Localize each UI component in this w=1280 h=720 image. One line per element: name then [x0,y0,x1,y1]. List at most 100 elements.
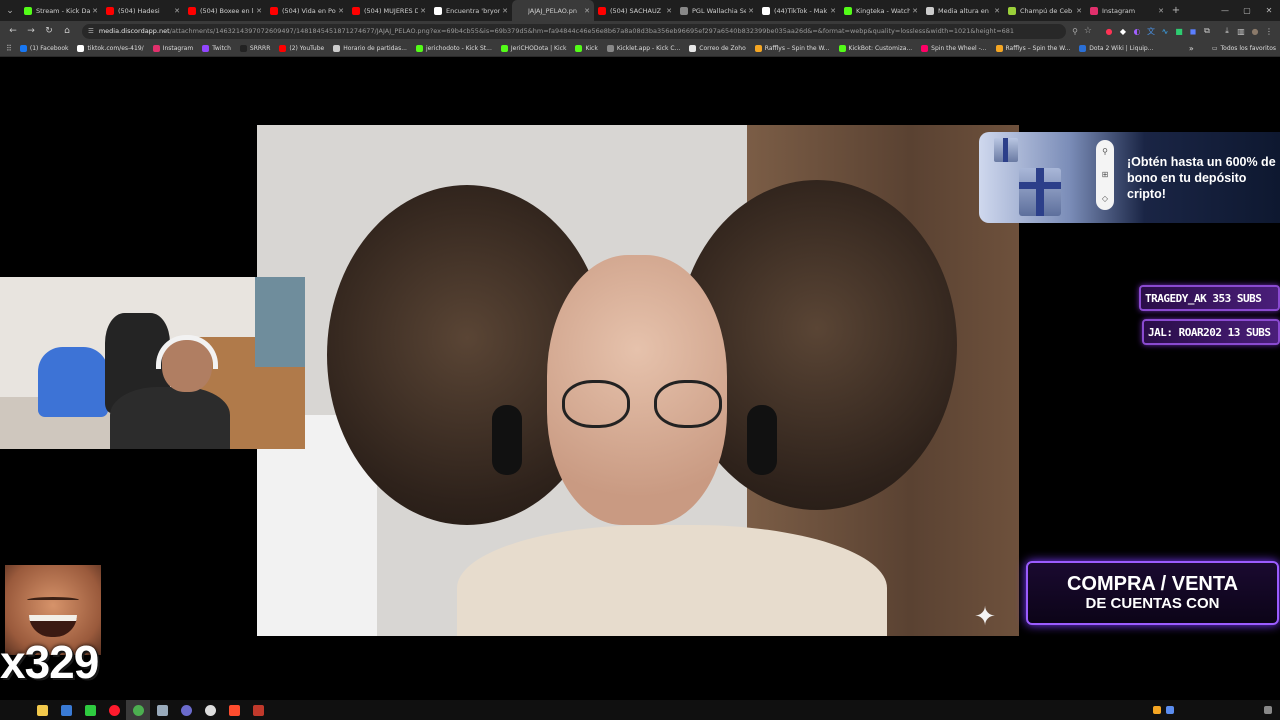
forward-button[interactable]: → [22,26,40,36]
tab-favicon-icon [762,6,770,15]
profile-avatar[interactable]: ● [1248,27,1262,36]
sidebar-icon[interactable]: ▥ [1234,27,1248,36]
extension-translate-icon[interactable]: 文 [1144,26,1158,37]
bookmark-item[interactable]: KickBot: Customiza... [838,45,912,52]
file-explorer-icon[interactable] [30,700,54,720]
tab-close-icon[interactable]: ✕ [1158,7,1164,15]
tab-close-icon[interactable]: ✕ [912,7,918,15]
tab-6[interactable]: JAJAJ_PELAO.pn ✕ [512,0,594,21]
bookmark-item[interactable]: Dota 2 Wiki | Liquip... [1079,45,1153,52]
tab-5[interactable]: Encuentra 'bryon ✕ [430,0,512,21]
tab-9[interactable]: (44)TikTok - Mak ✕ [758,0,840,21]
bookmark-item[interactable]: Spin the Wheel -... [921,45,987,52]
bookmark-label: Dota 2 Wiki | Liquip... [1089,45,1154,52]
reload-button[interactable]: ↻ [40,26,58,36]
webcam-door [255,277,305,367]
site-info-icon[interactable]: ☰ [88,27,94,35]
bookmark-item[interactable]: tiktok.com/es-419/ [77,45,144,52]
all-bookmarks-folder[interactable]: » ▭ Todos los favoritos [1189,44,1276,53]
tab-close-icon[interactable]: ✕ [994,7,1000,15]
bookmark-item[interactable]: Horario de partidas... [333,45,407,52]
tab-search-button[interactable]: ⌄ [0,0,20,21]
tab-close-icon[interactable]: ✕ [174,7,180,15]
tab-close-icon[interactable]: ✕ [1076,7,1082,15]
extensions-puzzle-icon[interactable]: ⧉ [1200,26,1214,36]
bookmark-star-icon[interactable]: ☆ [1084,26,1092,36]
tray-blue-icon[interactable] [1166,706,1174,714]
github-icon[interactable] [198,700,222,720]
extension-diamond-icon[interactable]: ◆ [1116,27,1130,36]
tab-label: PGL Wallachia Se [692,6,747,15]
tab-close-icon[interactable]: ✕ [584,7,590,15]
tray-orange-icon[interactable] [1153,706,1161,714]
tab-10[interactable]: Kingteka - Watch ✕ [840,0,922,21]
bookmark-item[interactable]: Kicklet.app - Kick C... [606,45,680,52]
red-app-icon[interactable] [222,700,246,720]
taskbar-icon-glyph [180,704,192,716]
green-app-icon[interactable] [78,700,102,720]
extension-wave-icon[interactable]: ∿ [1158,27,1172,36]
bookmark-favicon-icon [1079,45,1087,52]
promo-icon-pill: ⚲ ⊞ ◇ [1096,140,1114,210]
tab-close-icon[interactable]: ✕ [666,7,672,15]
apps-grid-icon[interactable]: ⠿ [6,44,12,53]
taskbar-icon-glyph [156,704,168,716]
tab-close-icon[interactable]: ✕ [92,7,98,15]
new-tab-button[interactable]: + [1168,0,1184,21]
chrome-icon[interactable] [126,700,150,720]
media-app-icon[interactable] [246,700,270,720]
tray-gear-icon[interactable] [1264,706,1272,714]
close-window-button[interactable]: ✕ [1258,0,1280,21]
zoom-icon[interactable]: ⚲ [1072,27,1078,36]
shield-icon[interactable] [54,700,78,720]
tab-1[interactable]: (504) Hadesi ✕ [102,0,184,21]
bookmark-item[interactable]: Instagram [152,45,193,52]
bookmark-item[interactable]: SRRRR [239,45,270,52]
tab-label: (504) Boxee en la [200,6,255,15]
opera-icon[interactable] [102,700,126,720]
tab-close-icon[interactable]: ✕ [338,7,344,15]
bookmark-label: jerichodoto - Kick St... [425,45,492,52]
tab-close-icon[interactable]: ✕ [748,7,754,15]
bookmark-item[interactable]: Correo de Zoho [689,45,746,52]
tab-7[interactable]: (504) SACHAUZ ✕ [594,0,676,21]
tab-8[interactable]: PGL Wallachia Se ✕ [676,0,758,21]
extension-red-icon[interactable]: ● [1102,27,1116,36]
gift-small-icon [994,138,1018,162]
tab-3[interactable]: (504) Vida en Pol ✕ [266,0,348,21]
tab-label: Media altura en [938,6,989,15]
tab-close-icon[interactable]: ✕ [502,7,508,15]
tab-close-icon[interactable]: ✕ [420,7,426,15]
tab-favicon-icon [926,6,934,15]
download-icon[interactable]: ⤓ [1220,26,1234,36]
back-button[interactable]: ← [4,26,22,36]
bookmark-item[interactable]: Twitch [202,45,231,52]
bookmark-label: (1) Facebook [29,45,69,52]
bookmark-item[interactable]: Rafflys – Spin the W... [995,45,1070,52]
minimize-button[interactable]: — [1214,0,1236,21]
tab-close-icon[interactable]: ✕ [256,7,262,15]
extension-purple-icon[interactable]: ◐ [1130,27,1144,36]
extension-blue-icon[interactable]: ◼ [1186,27,1200,36]
tab-close-icon[interactable]: ✕ [830,7,836,15]
bookmark-item[interactable]: (2) YouTube [279,45,324,52]
bookmark-item[interactable]: Kick [575,45,598,52]
bookmark-item[interactable]: JeriCHODota | Kick [500,45,566,52]
menu-kebab-icon[interactable]: ⋮ [1262,27,1276,36]
tab-0[interactable]: Stream - Kick Da ✕ [20,0,102,21]
bookmark-item[interactable]: jerichodoto - Kick St... [415,45,492,52]
home-button[interactable]: ⌂ [58,26,76,36]
address-bar[interactable]: ☰ media.discordapp.net/attachments/14632… [82,23,1067,39]
obs-icon[interactable] [174,700,198,720]
tab-13[interactable]: Instagram ✕ [1086,0,1168,21]
chevron-right-icon[interactable]: » [1189,44,1194,53]
bookmark-item[interactable]: Rafflys – Spin the W... [754,45,830,52]
tab-11[interactable]: Media altura en ✕ [922,0,1004,21]
tab-4[interactable]: (504) MUJERES D ✕ [348,0,430,21]
bookmark-item[interactable]: (1) Facebook [19,45,69,52]
extension-green-icon[interactable]: ■ [1172,27,1186,36]
tab-12[interactable]: Champú de Ceb ✕ [1004,0,1086,21]
maximize-button[interactable]: ▢ [1236,0,1258,21]
steam-icon[interactable] [150,700,174,720]
tab-2[interactable]: (504) Boxee en la ✕ [184,0,266,21]
